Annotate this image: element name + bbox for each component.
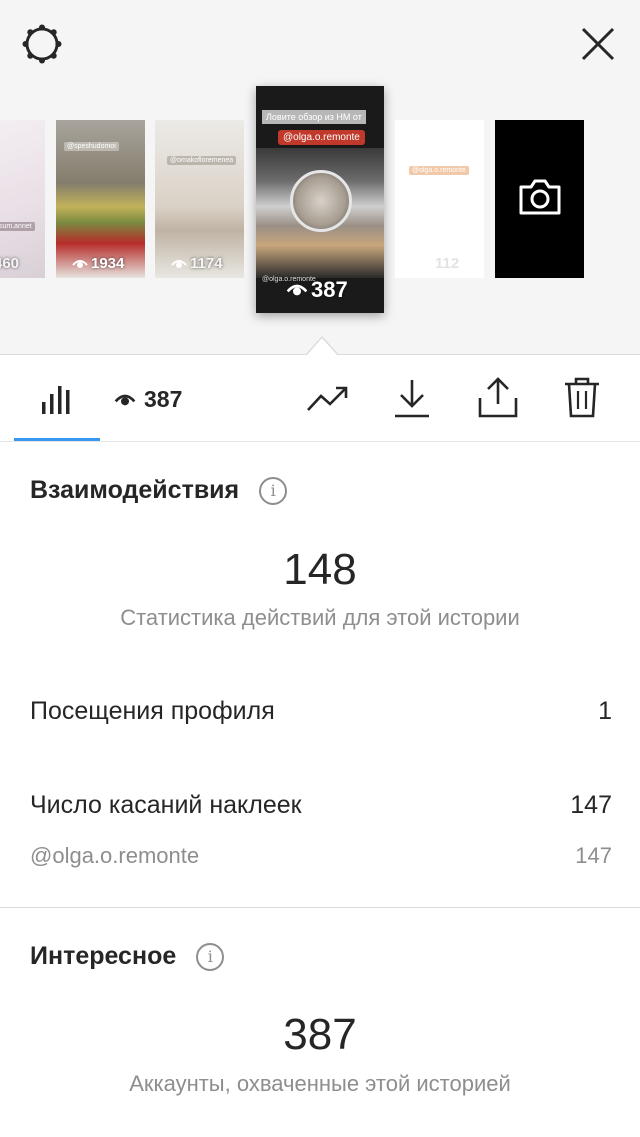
- active-tab-indicator: [14, 438, 100, 441]
- story-tag: sum.annet: [0, 222, 35, 231]
- story-views-count: 460: [0, 255, 20, 272]
- discovery-title: Интересное: [30, 942, 177, 970]
- selection-pointer: [306, 338, 338, 356]
- story-tag: @omakofloremenea: [167, 156, 237, 165]
- story-thumbnail[interactable]: @olga.o.remonte 112: [395, 120, 484, 278]
- discovery-header: Интересное i: [30, 942, 225, 971]
- discovery-total: 387: [283, 1010, 357, 1059]
- eye-icon: [286, 284, 308, 296]
- gear-icon[interactable]: [20, 22, 64, 66]
- story-thumbnail[interactable]: @omakofloremenea 1174: [155, 120, 244, 278]
- story-views: 112: [435, 255, 459, 272]
- story-carousel-area: sum.annet 460 @speshudomoi 1934 @omakofl…: [0, 0, 640, 356]
- story-views-count: 387: [311, 277, 348, 302]
- stat-row-sticker-taps: Число касаний наклеек 147: [30, 791, 612, 820]
- eye-icon: [72, 259, 88, 268]
- story-views: 460: [0, 255, 19, 272]
- story-thumbnail-selected[interactable]: Ловите обзор из НМ от @olga.o.remonte @o…: [256, 86, 384, 313]
- interactions-description: Статистика действий для этой истории: [120, 605, 520, 630]
- add-story-button[interactable]: [495, 120, 584, 278]
- stat-label: Число касаний наклеек: [30, 791, 302, 819]
- camera-icon: [519, 179, 561, 215]
- story-views: 1934: [72, 255, 124, 272]
- stat-label: Посещения профиля: [30, 697, 275, 725]
- eye-icon: [171, 259, 187, 268]
- trash-icon[interactable]: [563, 376, 601, 418]
- story-photo: [256, 148, 384, 278]
- section-divider: [0, 907, 640, 908]
- stat-label: @olga.o.remonte: [30, 843, 200, 868]
- trending-up-icon[interactable]: [306, 384, 350, 412]
- story-views: 387: [286, 277, 348, 303]
- story-actions-toolbar: 387: [0, 356, 640, 442]
- stat-row-mention[interactable]: @olga.o.remonte 147: [30, 843, 612, 869]
- story-views-count: 1174: [190, 255, 223, 272]
- interactions-total: 148: [283, 545, 357, 594]
- story-views-count: 112: [435, 255, 460, 272]
- close-icon[interactable]: [578, 24, 618, 64]
- stat-row-profile-visits: Посещения профиля 1: [30, 697, 612, 726]
- story-views-count: 1934: [91, 255, 125, 272]
- discovery-description: Аккаунты, охваченные этой историей: [129, 1071, 511, 1096]
- interactions-header: Взаимодействия i: [30, 476, 288, 505]
- views-count: 387: [144, 386, 183, 412]
- story-tag: @olga.o.remonte: [409, 166, 469, 175]
- stat-value: 147: [575, 843, 612, 868]
- eye-icon: [114, 394, 136, 405]
- views-count-tab[interactable]: 387: [114, 386, 182, 413]
- stat-value: 1: [598, 697, 612, 725]
- info-icon[interactable]: i: [259, 476, 288, 505]
- bar-chart-icon[interactable]: [40, 382, 74, 414]
- story-views: 1174: [171, 255, 223, 272]
- share-icon[interactable]: [478, 376, 518, 418]
- info-icon[interactable]: i: [196, 942, 225, 971]
- story-thumbnail[interactable]: @speshudomoi 1934: [56, 120, 145, 278]
- story-thumbnail[interactable]: sum.annet 460: [0, 120, 45, 278]
- stat-value: 147: [570, 791, 612, 819]
- story-mention-sticker: @olga.o.remonte: [278, 130, 365, 145]
- story-tag: @speshudomoi: [64, 142, 119, 151]
- interactions-title: Взаимодействия: [30, 476, 240, 504]
- story-caption: Ловите обзор из НМ от: [262, 110, 366, 124]
- download-icon[interactable]: [393, 378, 431, 418]
